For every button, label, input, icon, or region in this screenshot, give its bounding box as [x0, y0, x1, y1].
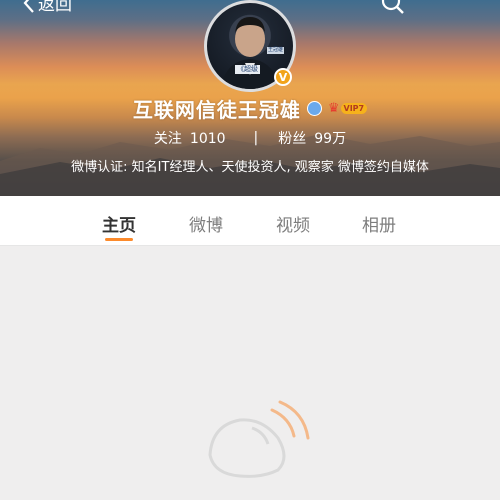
- tab-video[interactable]: 视频: [276, 211, 310, 236]
- loading-indicator: [200, 400, 310, 500]
- vip-badge[interactable]: ♛ VIP7: [327, 101, 368, 116]
- profile-bio: 微博认证: 知名IT经理人、天使投资人, 观察家 微博签约自媒体: [71, 160, 429, 175]
- back-button[interactable]: 返回: [22, 0, 72, 15]
- tab-home[interactable]: 主页: [102, 211, 136, 236]
- name-row: 互联网信徒王冠雄 ♛ VIP7: [0, 94, 500, 123]
- stats-row: 关注 1010 | 粉丝 99万: [0, 128, 500, 148]
- vip-label: VIP7: [340, 103, 368, 114]
- search-button[interactable]: [380, 0, 406, 20]
- chevron-left-icon: [23, 0, 34, 13]
- avatar-caption-small: 王冠雄: [267, 47, 285, 54]
- avatar-caption: 《超级: [235, 65, 260, 74]
- following-count: 1010: [189, 131, 226, 147]
- vip-crown-icon: ♛: [327, 101, 340, 116]
- loading-eye-icon: [208, 400, 310, 478]
- tab-album[interactable]: 相册: [362, 211, 396, 236]
- following-label: 关注: [153, 131, 182, 147]
- tab-weibo[interactable]: 微博: [189, 211, 223, 236]
- verified-icon: [306, 101, 322, 116]
- profile-name: 互联网信徒王冠雄: [132, 98, 301, 122]
- fans-count: 99万: [314, 131, 347, 147]
- fans-label: 粉丝: [278, 131, 307, 147]
- profile-header: 返回 ··· 王冠雄 《超级 V 互联网信徒王冠雄 ♛ VIP7 关注 1010: [0, 0, 500, 196]
- following-stat[interactable]: 关注 1010: [154, 128, 226, 148]
- v-badge-label: V: [278, 70, 288, 84]
- verified-v-badge: V: [274, 68, 292, 86]
- active-tab-indicator: [105, 238, 133, 241]
- stats-divider: |: [253, 130, 259, 146]
- more-button[interactable]: ···: [440, 0, 467, 11]
- back-label: 返回: [38, 0, 72, 15]
- search-icon: [381, 0, 404, 14]
- more-dots-icon: ···: [440, 0, 467, 12]
- fans-stat[interactable]: 粉丝 99万: [278, 128, 346, 148]
- profile-tabs: 主页 微博 视频 相册: [0, 196, 500, 246]
